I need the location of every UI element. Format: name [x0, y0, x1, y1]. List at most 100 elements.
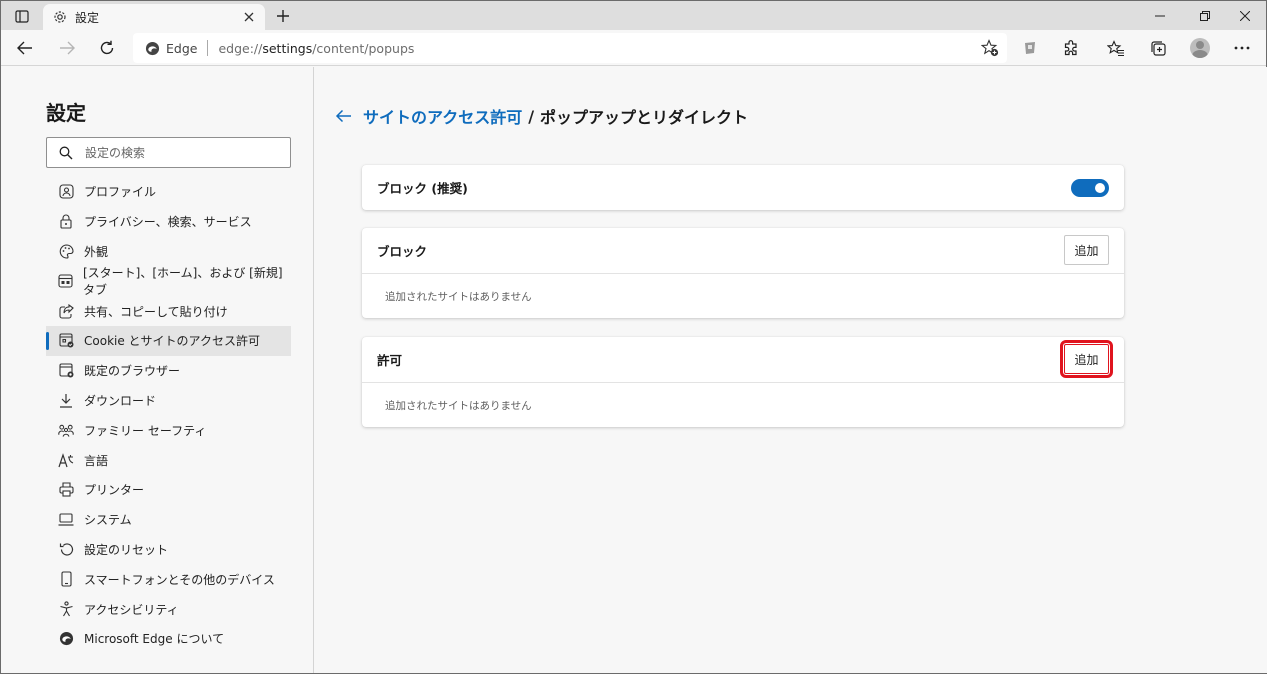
tab-title: 設定 [75, 10, 100, 25]
address-separator [207, 40, 209, 56]
sidebar-item-label: プライバシー、検索、サービス [84, 215, 252, 230]
block-recommended-card: ブロック (推奨) [362, 165, 1124, 210]
block-list-header: ブロック 追加 [362, 228, 1124, 273]
reset-icon [58, 541, 74, 557]
minimize-button[interactable] [1138, 1, 1182, 30]
extension-logo-icon [1025, 42, 1035, 54]
download-icon [58, 392, 74, 408]
sidebar-item-reset[interactable]: 設定のリセット [46, 535, 291, 565]
gear-icon [54, 11, 66, 23]
block-recommended-toggle[interactable] [1071, 179, 1109, 197]
sidebar-item-system[interactable]: システム [46, 505, 291, 535]
allow-list-card: 許可 追加 追加されたサイトはありません [362, 337, 1124, 427]
sidebar-item-label: 言語 [84, 453, 109, 468]
page-title: ポップアップとリダイレクト [540, 108, 749, 127]
refresh-button[interactable] [93, 34, 121, 62]
settings-sidebar: 設定 プロファイル プライバシー、検索、サービス 外観 [スタート]、[ホーム]… [2, 67, 314, 673]
block-add-button[interactable]: 追加 [1064, 235, 1109, 265]
sidebar-item-share-copy-paste[interactable]: 共有、コピーして貼り付け [46, 296, 291, 326]
url-host: settings [262, 40, 313, 56]
add-favorite-button[interactable] [980, 39, 999, 57]
close-window-icon [1240, 10, 1250, 21]
sidebar-item-default-browser[interactable]: 既定のブラウザー [46, 356, 291, 386]
printer-icon [58, 482, 74, 498]
star-add-icon [980, 39, 999, 57]
family-icon [58, 422, 74, 438]
allow-add-button[interactable]: 追加 [1060, 340, 1113, 378]
tab-close-button[interactable] [241, 9, 257, 25]
sidebar-item-about-edge[interactable]: Microsoft Edge について [46, 624, 291, 654]
sidebar-item-accessibility[interactable]: アクセシビリティ [46, 594, 291, 624]
sidebar-item-label: システム [84, 513, 132, 528]
sidebar-item-family-safety[interactable]: ファミリー セーフティ [46, 415, 291, 445]
avatar [1190, 38, 1210, 58]
collections-icon [1150, 40, 1166, 56]
refresh-icon [100, 40, 114, 55]
sidebar-item-downloads[interactable]: ダウンロード [46, 386, 291, 416]
tab-actions-icon [15, 9, 29, 23]
close-icon [244, 12, 254, 22]
url-scheme: edge:// [218, 40, 263, 56]
sidebar-item-privacy[interactable]: プライバシー、検索、サービス [46, 207, 291, 237]
language-icon [58, 452, 74, 468]
sidebar-item-label: 共有、コピーして貼り付け [84, 304, 228, 319]
edge-logo-icon [58, 631, 74, 647]
sidebar-item-label: アクセシビリティ [84, 602, 179, 617]
breadcrumb-link-site-permissions[interactable]: サイトのアクセス許可 [363, 104, 522, 128]
favorites-button[interactable] [1103, 35, 1129, 61]
favorites-icon [1107, 39, 1124, 56]
more-menu-button[interactable] [1229, 35, 1255, 61]
sidebar-item-label: Cookie とサイトのアクセス許可 [84, 334, 260, 349]
profile-icon [58, 184, 74, 200]
default-browser-icon [58, 363, 74, 379]
sidebar-item-appearance[interactable]: 外観 [46, 237, 291, 267]
breadcrumb-back-button[interactable] [333, 106, 353, 126]
allow-list-empty: 追加されたサイトはありません [362, 382, 1124, 427]
sidebar-item-label: 外観 [84, 244, 109, 259]
allow-list-label: 許可 [377, 353, 403, 368]
sidebar-item-profiles[interactable]: プロファイル [46, 177, 291, 207]
palette-icon [58, 243, 74, 259]
sidebar-title: 設定 [46, 101, 86, 125]
sidebar-item-printers[interactable]: プリンター [46, 475, 291, 505]
arrow-left-icon [17, 41, 32, 55]
sidebar-nav: プロファイル プライバシー、検索、サービス 外観 [スタート]、[ホーム]、およ… [46, 177, 291, 654]
sidebar-item-start-home-newtab[interactable]: [スタート]、[ホーム]、および [新規] タブ [46, 266, 291, 297]
sidebar-item-cookies-permissions[interactable]: Cookie とサイトのアクセス許可 [46, 325, 291, 356]
restore-icon [1200, 10, 1210, 21]
minimize-icon [1155, 15, 1165, 16]
browser-window: 設定 Edge edge:// settings /content/popups… [0, 0, 1267, 674]
settings-search[interactable] [46, 137, 291, 168]
arrow-right-icon [60, 41, 75, 55]
extensions-button[interactable] [1058, 35, 1084, 61]
block-list-label: ブロック [377, 244, 428, 259]
sidebar-item-languages[interactable]: 言語 [46, 445, 291, 475]
sidebar-item-label: ダウンロード [84, 393, 157, 408]
profile-button[interactable] [1187, 35, 1213, 61]
edge-label: Edge [166, 40, 198, 56]
block-recommended-label: ブロック (推奨) [377, 181, 468, 196]
search-input[interactable] [85, 145, 275, 160]
extension-button[interactable] [1017, 35, 1043, 61]
settings-main: サイトのアクセス許可 / ポップアップとリダイレクト ブロック (推奨) ブロッ… [315, 67, 1267, 673]
sidebar-item-label: プリンター [84, 483, 145, 498]
close-window-button[interactable] [1223, 1, 1267, 30]
sidebar-item-label: ファミリー セーフティ [84, 423, 207, 438]
lock-icon [58, 214, 74, 230]
block-list-card: ブロック 追加 追加されたサイトはありません [362, 228, 1124, 318]
breadcrumb: サイトのアクセス許可 / ポップアップとリダイレクト [333, 104, 748, 128]
restore-button[interactable] [1183, 1, 1227, 30]
collections-button[interactable] [1145, 35, 1171, 61]
forward-button[interactable] [53, 34, 81, 62]
sidebar-item-phone-devices[interactable]: スマートフォンとその他のデバイス [46, 564, 291, 594]
cookie-permissions-icon [58, 333, 74, 349]
sidebar-item-label: 既定のブラウザー [84, 364, 181, 379]
new-tab-button[interactable] [271, 5, 295, 27]
system-icon [58, 512, 74, 528]
back-button[interactable] [11, 34, 39, 62]
address-bar[interactable]: Edge edge://settings/content/popups [133, 33, 1007, 63]
sidebar-item-label: プロファイル [84, 185, 157, 200]
tab-actions-button[interactable] [9, 5, 35, 27]
tab-settings[interactable]: 設定 [43, 4, 265, 30]
toolbar: Edge edge://settings/content/popups [1, 30, 1266, 66]
